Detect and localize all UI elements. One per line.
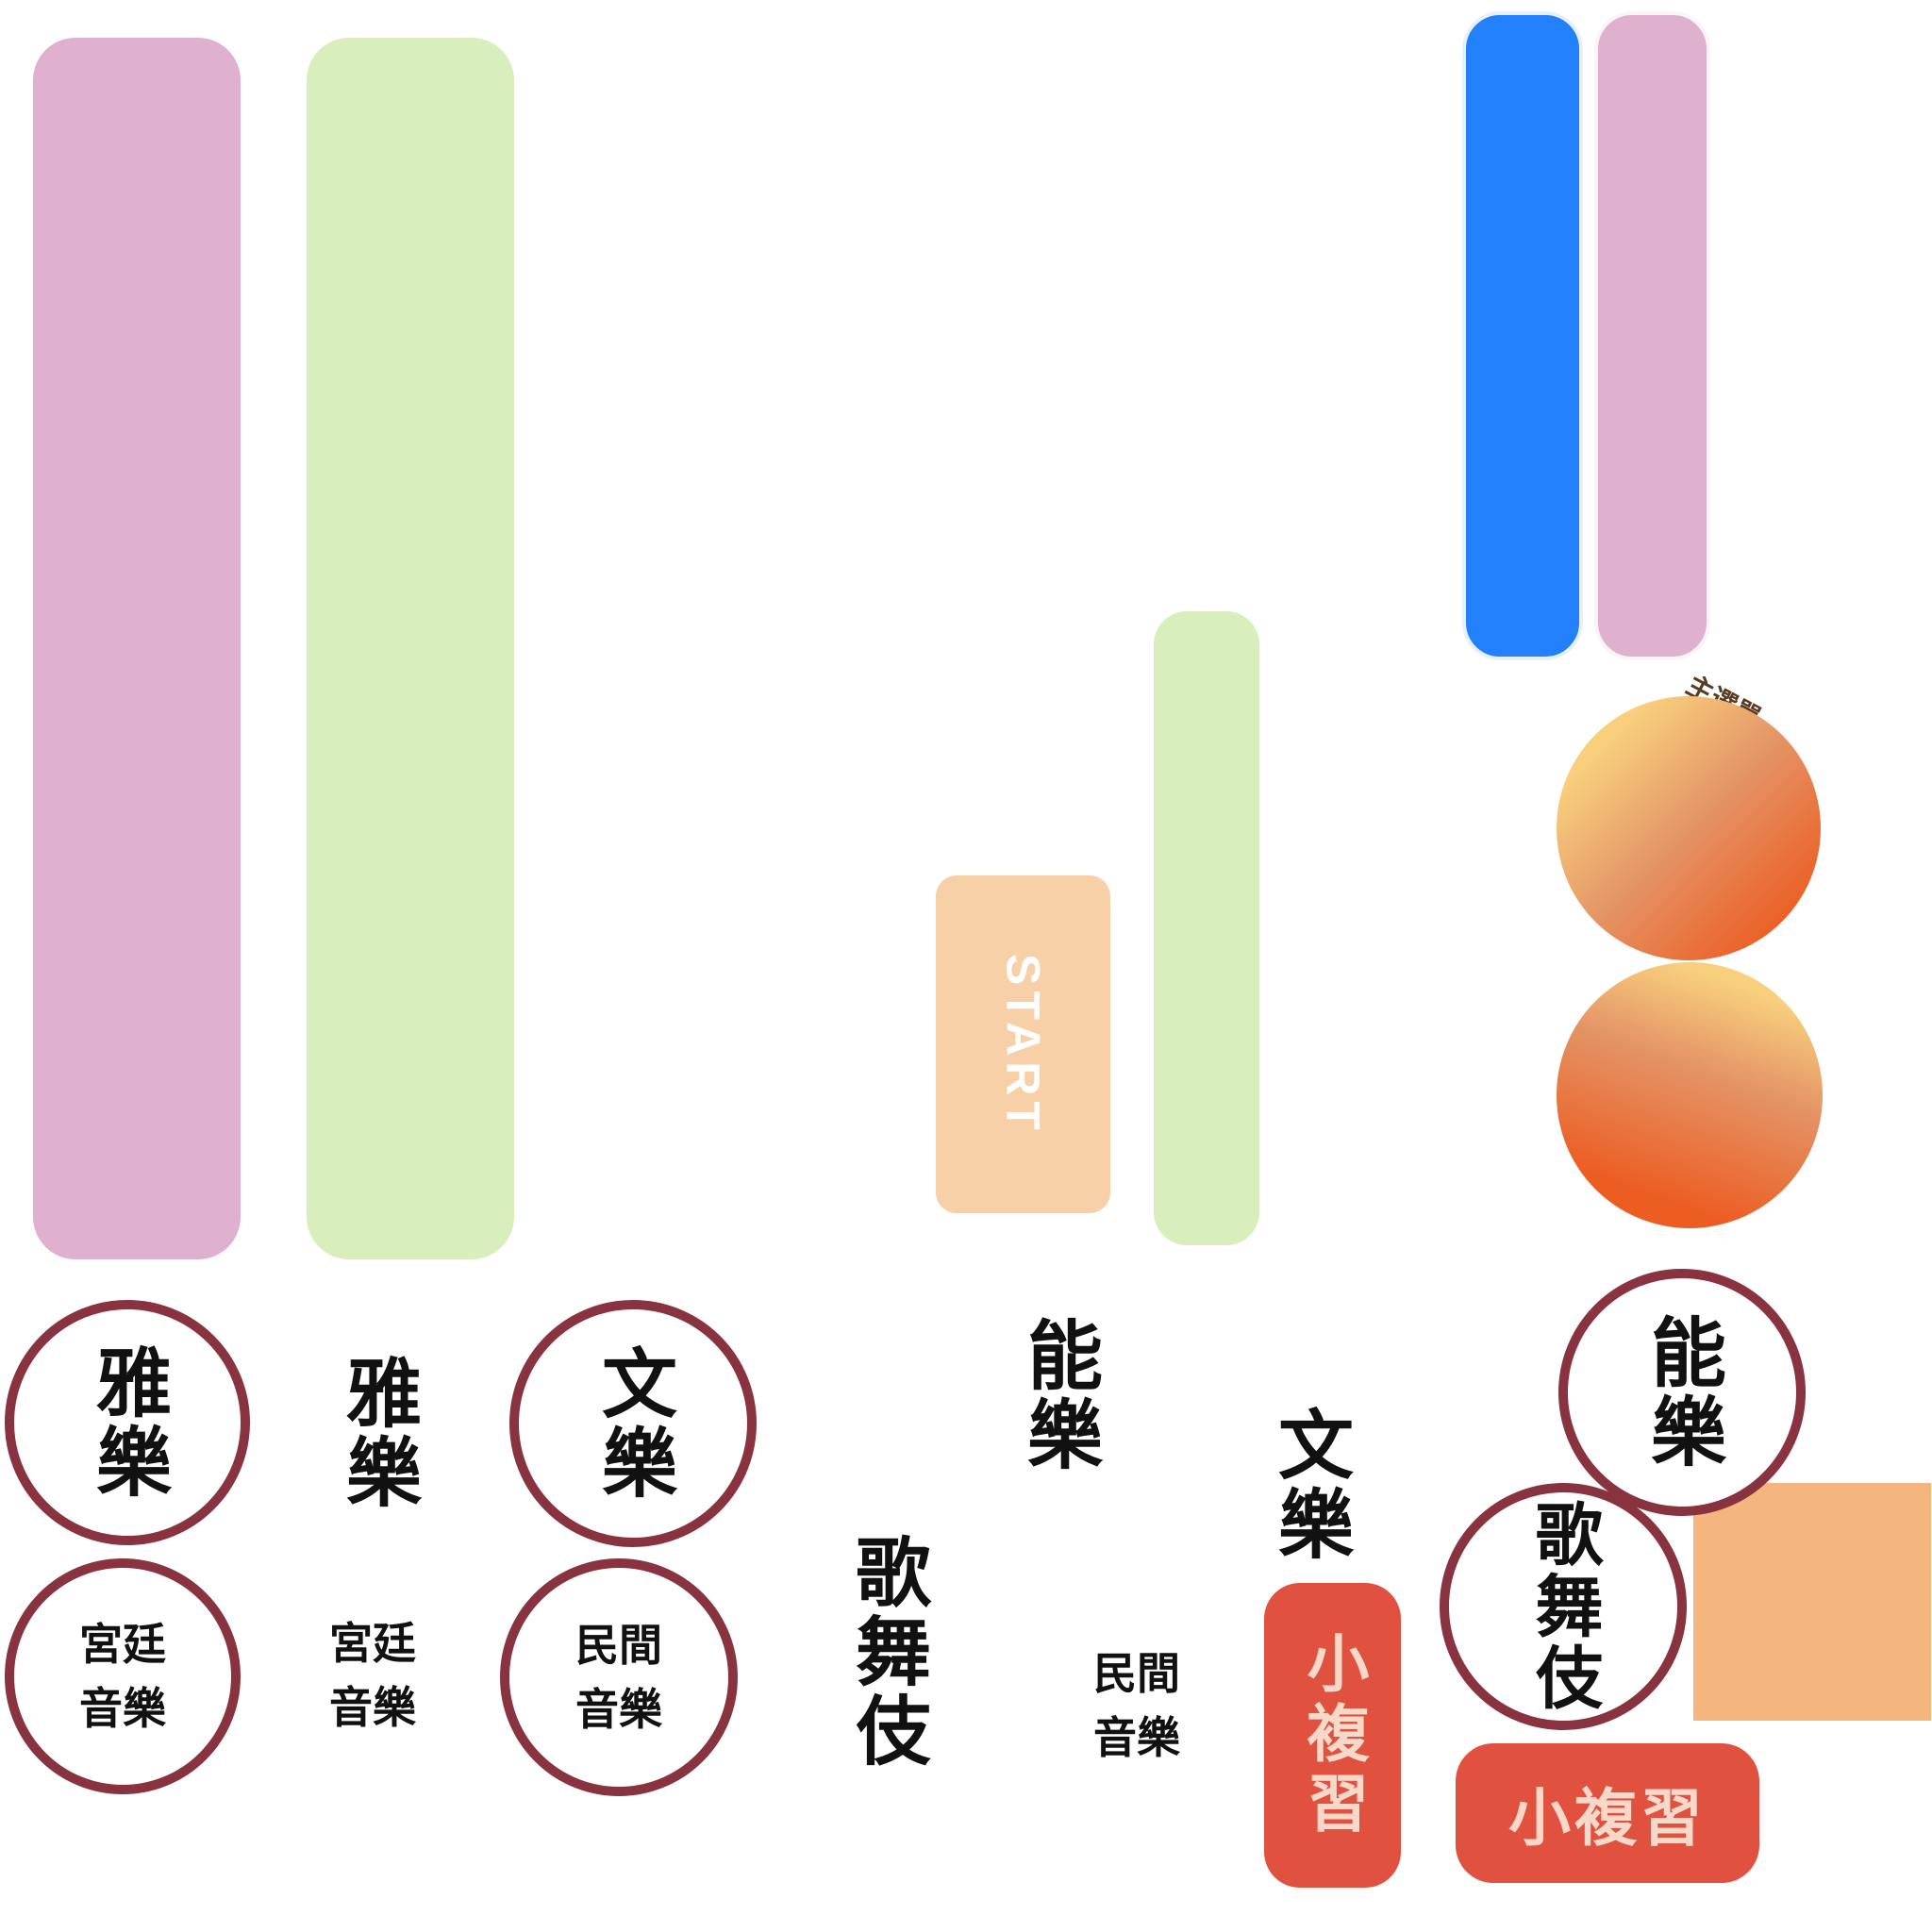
kabuki-label: 歌舞伎 <box>1524 1499 1603 1714</box>
court-text-line1: 宮廷 <box>329 1618 416 1669</box>
folk-music-text[interactable]: 民間 音樂 <box>1066 1641 1208 1770</box>
pink-bar-small <box>1594 11 1710 660</box>
green-bar-medium <box>1154 611 1259 1245</box>
main-menu-orb[interactable] <box>1557 696 1821 960</box>
orange-square <box>1693 1483 1931 1721</box>
noh-text-label: 能樂 <box>1015 1316 1103 1474</box>
bunraku-text[interactable]: 文樂 <box>1266 1406 1354 1568</box>
bunraku-circle[interactable]: 文樂 <box>509 1300 757 1547</box>
gagaku-text-label: 雅樂 <box>334 1354 422 1512</box>
gagaku-text[interactable]: 雅樂 <box>334 1354 422 1516</box>
court-text-line2: 音樂 <box>329 1682 416 1733</box>
review-label-vertical: 小複習 <box>1296 1630 1370 1840</box>
folk-text-line2: 音樂 <box>1093 1712 1180 1763</box>
folk-line1: 民間 <box>575 1620 662 1671</box>
court-music-text[interactable]: 宮廷 音樂 <box>302 1611 443 1740</box>
start-button[interactable]: START <box>936 875 1110 1213</box>
blue-bar <box>1462 11 1583 660</box>
tall-green-bar <box>307 38 514 1259</box>
bunraku-text-label: 文樂 <box>1266 1406 1354 1564</box>
court-line2: 音樂 <box>79 1683 166 1734</box>
start-label: START <box>996 953 1050 1136</box>
bunraku-label: 文樂 <box>590 1344 677 1503</box>
folk-text-line1: 民間 <box>1093 1648 1180 1699</box>
kabuki-circle[interactable]: 歌舞伎 <box>1440 1483 1687 1730</box>
tall-pink-bar <box>33 38 241 1259</box>
review-button-vertical[interactable]: 小複習 <box>1264 1583 1401 1888</box>
secondary-orb[interactable] <box>1557 962 1823 1228</box>
review-label: 小複習 <box>1508 1782 1707 1855</box>
court-music-circle[interactable]: 宮廷 音樂 <box>5 1558 241 1794</box>
folk-music-circle[interactable]: 民間 音樂 <box>500 1558 738 1796</box>
noh-label: 能樂 <box>1639 1313 1726 1472</box>
review-button[interactable]: 小複習 <box>1456 1743 1759 1883</box>
gagaku-circle[interactable]: 雅樂 <box>5 1300 250 1545</box>
court-line1: 宮廷 <box>79 1619 166 1670</box>
noh-circle[interactable]: 能樂 <box>1558 1269 1806 1516</box>
gagaku-label: 雅樂 <box>84 1343 172 1502</box>
kabuki-text[interactable]: 歌舞伎 <box>843 1533 931 1774</box>
kabuki-text-label: 歌舞伎 <box>843 1533 931 1771</box>
noh-text[interactable]: 能樂 <box>1015 1316 1103 1478</box>
folk-line2: 音樂 <box>575 1684 662 1735</box>
